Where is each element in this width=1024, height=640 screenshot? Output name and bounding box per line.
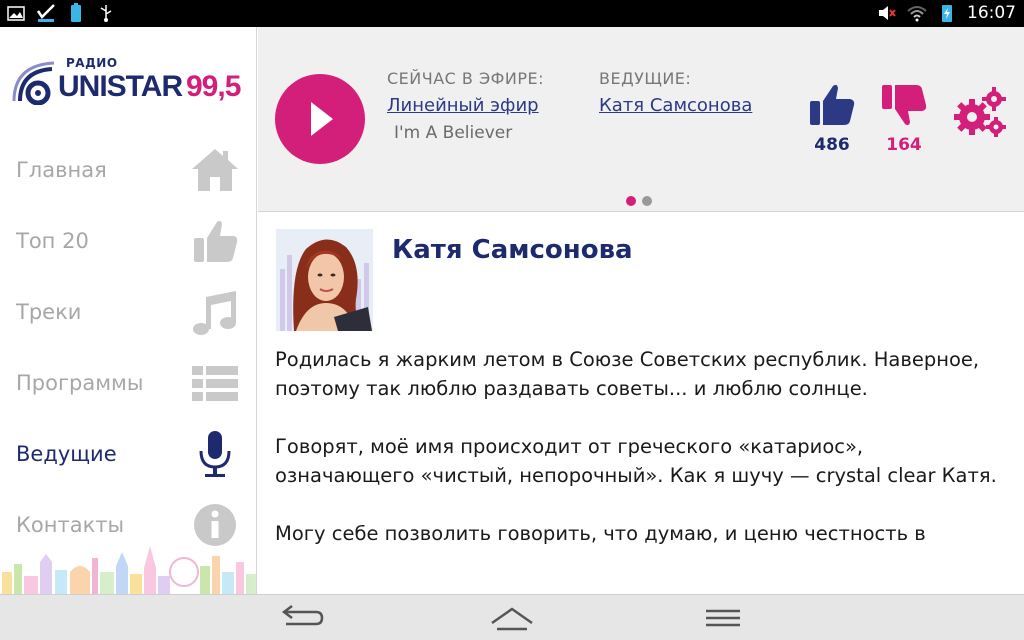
music-note-icon (193, 290, 236, 335)
radio-wave-logo-icon (12, 61, 55, 105)
menu-icon[interactable] (698, 603, 748, 633)
nav-item-hosts[interactable]: Ведущие (0, 418, 256, 489)
system-navigation-bar (0, 594, 1024, 640)
thumbs-up-icon (194, 220, 238, 262)
host-detail: Катя Самсонова Родилась я жарким летом в… (258, 213, 1024, 594)
battery-app-icon (71, 3, 81, 22)
thumbs-up-icon (810, 84, 855, 125)
status-time: 16:07 (967, 3, 1016, 23)
sidebar: РАДИО UNISTAR 99,5 Главная Топ 20 Треки … (0, 27, 257, 594)
city-skyline-decoration (2, 546, 256, 594)
host-name: Катя Самсонова (392, 235, 633, 265)
battery-charging-icon (942, 5, 952, 22)
hosts-heading: ВЕДУЩИЕ: (599, 69, 692, 88)
pager-dot-active[interactable] (626, 196, 636, 206)
now-playing-track: I'm A Believer (394, 123, 513, 143)
nav-item-label: Треки (16, 299, 82, 324)
nav-item-top20[interactable]: Топ 20 (0, 205, 256, 276)
image-notification-icon (7, 6, 25, 21)
bio-paragraph: Говорят, моё имя происходит от греческог… (275, 435, 997, 487)
logo-prefix: РАДИО (66, 56, 118, 70)
play-icon (311, 102, 333, 136)
bio-paragraph: Родилась я жарким летом в Союзе Советски… (275, 348, 980, 400)
nav-item-label: Контакты (16, 512, 125, 537)
like-button[interactable]: 486 (806, 83, 858, 155)
host-bio: Родилась я жарким летом в Союзе Советски… (275, 345, 1005, 577)
app-logo: РАДИО UNISTAR 99,5 (10, 53, 250, 113)
nav-item-label: Ведущие (16, 441, 117, 466)
host-link[interactable]: Катя Самсонова (599, 95, 752, 116)
bio-paragraph: Могу себе позволить говорить, что думаю,… (275, 522, 926, 545)
nav-item-home[interactable]: Главная (0, 134, 256, 205)
dislike-count: 164 (886, 135, 922, 155)
play-button[interactable] (275, 74, 365, 164)
list-icon (192, 365, 238, 401)
pager-dot[interactable] (642, 196, 652, 206)
nav-item-label: Топ 20 (16, 228, 89, 253)
status-bar: 16:07 (0, 0, 1024, 27)
check-notification-icon (36, 4, 55, 22)
usb-icon (100, 5, 112, 22)
now-playing-link[interactable]: Линейный эфир (387, 95, 544, 116)
nav-item-programs[interactable]: Программы (0, 347, 256, 418)
host-photo (276, 229, 373, 331)
nav-item-label: Главная (16, 157, 107, 182)
player-panel: СЕЙЧАС В ЭФИРЕ: Линейный эфир I'm A Beli… (258, 27, 1024, 212)
main-panel: СЕЙЧАС В ЭФИРЕ: Линейный эфир I'm A Beli… (258, 27, 1024, 594)
wifi-icon (907, 6, 927, 22)
settings-gear-icon[interactable] (952, 85, 1008, 141)
microphone-icon (199, 430, 231, 477)
logo-name: UNISTAR (58, 70, 183, 103)
thumbs-down-icon (882, 85, 927, 126)
now-playing: СЕЙЧАС В ЭФИРЕ: Линейный эфир I'm A Beli… (387, 69, 544, 143)
home-icon (192, 148, 238, 191)
back-icon[interactable] (276, 603, 326, 633)
logo-frequency: 99,5 (186, 70, 241, 103)
now-playing-heading: СЕЙЧАС В ЭФИРЕ: (387, 69, 545, 88)
pager-dots (626, 196, 652, 206)
nav-item-tracks[interactable]: Треки (0, 276, 256, 347)
muted-volume-icon (879, 6, 896, 20)
current-hosts: ВЕДУЩИЕ: Катя Самсонова (599, 69, 752, 116)
like-count: 486 (814, 135, 850, 155)
home-outline-icon[interactable] (487, 603, 537, 633)
dislike-button[interactable]: 164 (878, 83, 930, 155)
nav-item-label: Программы (16, 370, 144, 395)
